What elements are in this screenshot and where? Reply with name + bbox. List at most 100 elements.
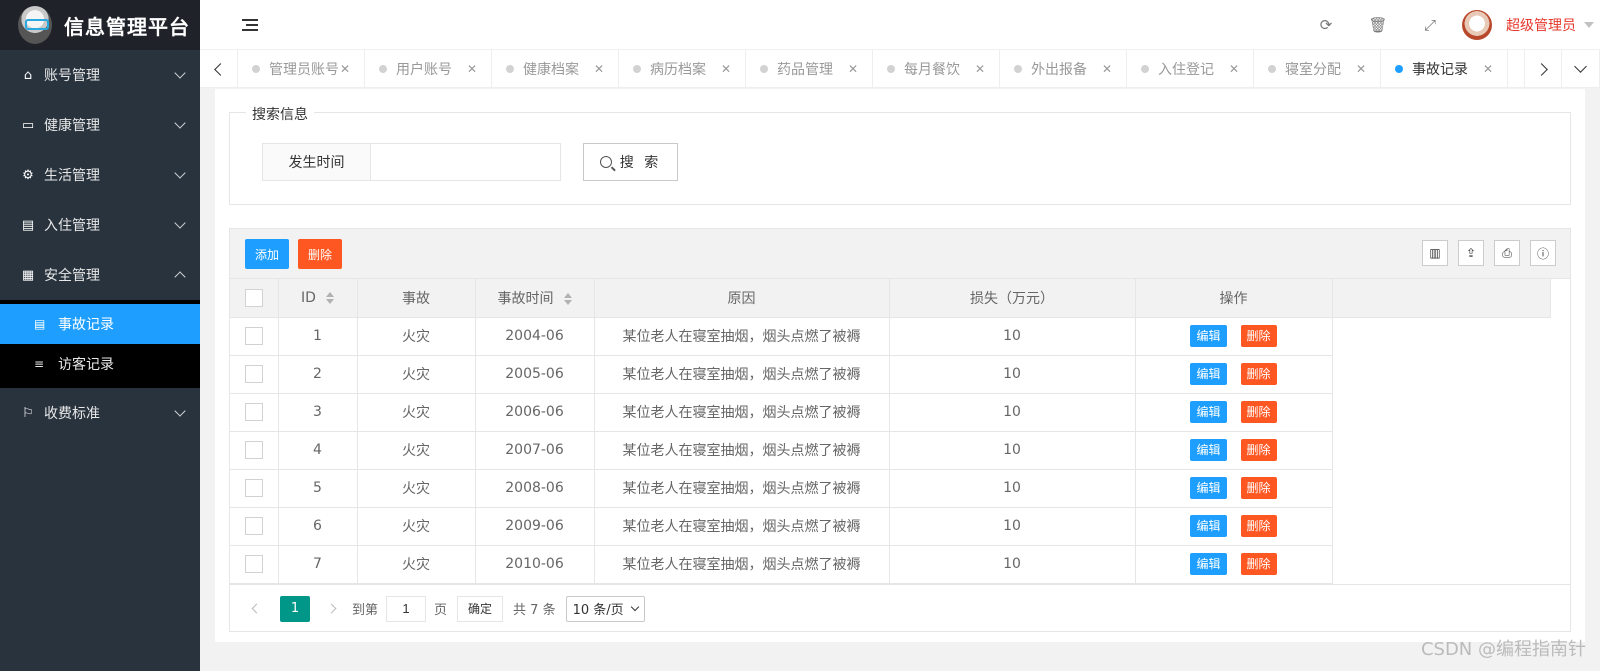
batch-delete-button[interactable]: 删除 [298, 239, 343, 269]
info-icon[interactable]: ⓘ [1530, 240, 1556, 266]
col-time[interactable]: 事故时间 [474, 279, 595, 318]
delete-button[interactable]: 删除 [1240, 553, 1277, 575]
tab-accident-records[interactable]: 事故记录 ✕ [1381, 50, 1508, 87]
pagination: 1 到第 页 确定 共 7 条 10 条/页 [230, 584, 1570, 632]
sidebar-item-accounts[interactable]: ⌂ 账号管理 [0, 50, 200, 100]
export-icon[interactable]: ⇪ [1458, 240, 1484, 266]
goto-confirm-button[interactable]: 确定 [457, 595, 504, 622]
cell-reason: 某位老人在寝室抽烟，烟头点燃了被褥 [593, 392, 890, 432]
chevron-left-icon [214, 62, 227, 76]
edit-button[interactable]: 编辑 [1190, 401, 1227, 423]
sort-icon[interactable] [563, 292, 572, 305]
row-checkbox[interactable] [244, 517, 263, 535]
tabs-scroll-right[interactable] [1524, 50, 1562, 88]
prev-page-button[interactable] [244, 598, 266, 620]
current-page[interactable]: 1 [280, 595, 310, 622]
edit-button[interactable]: 编辑 [1190, 477, 1227, 499]
edit-button[interactable]: 编辑 [1190, 553, 1227, 575]
goto-label: 到第 [352, 603, 379, 618]
table-row: 5 火灾 2008-06 某位老人在寝室抽烟，烟头点燃了被褥 10 编辑 删除 [230, 468, 1550, 508]
close-icon[interactable]: ✕ [1483, 62, 1493, 76]
table-tools: ▥ ⇪ ⎙ ⓘ [1412, 240, 1556, 266]
cell-loss: 10 [888, 430, 1136, 470]
data-table-box: 添加 删除 ▥ ⇪ ⎙ ⓘ ID 事故 事故时间 原因 损失（万元） 操作 1 … [229, 228, 1571, 632]
close-icon[interactable]: ✕ [848, 62, 858, 76]
close-icon[interactable]: ✕ [721, 62, 731, 76]
select-all-checkbox[interactable] [244, 288, 263, 307]
trash-icon[interactable]: 🗑︎ [1352, 16, 1404, 34]
col-actions: 操作 [1134, 279, 1333, 318]
delete-button[interactable]: 删除 [1240, 325, 1277, 347]
add-button[interactable]: 添加 [245, 239, 290, 269]
tab-health-records[interactable]: 健康档案 ✕ [492, 50, 619, 87]
tab-user-accounts[interactable]: 用户账号 ✕ [365, 50, 492, 87]
chevron-down-icon [174, 117, 186, 129]
delete-button[interactable]: 删除 [1240, 477, 1277, 499]
row-checkbox[interactable] [244, 479, 263, 497]
tab-medical-records[interactable]: 病历档案 ✕ [619, 50, 746, 87]
columns-filter-icon[interactable]: ▥ [1422, 240, 1448, 266]
cell-time: 2007-06 [474, 430, 595, 470]
sidebar-item-fees[interactable]: ⚐ 收费标准 [0, 388, 200, 438]
delete-button[interactable]: 删除 [1240, 515, 1277, 537]
col-id[interactable]: ID [277, 279, 358, 318]
tab-outing[interactable]: 外出报备 ✕ [1000, 50, 1127, 87]
occurrence-time-input[interactable] [371, 143, 561, 181]
sort-icon[interactable] [325, 291, 334, 304]
caret-down-icon[interactable] [1584, 22, 1594, 28]
row-checkbox[interactable] [244, 441, 263, 459]
row-checkbox[interactable] [244, 403, 263, 421]
goto-page-input[interactable] [386, 595, 427, 622]
edit-button[interactable]: 编辑 [1190, 363, 1227, 385]
edit-button[interactable]: 编辑 [1190, 515, 1227, 537]
page-size-select[interactable]: 10 条/页 [565, 595, 645, 622]
delete-button[interactable]: 删除 [1240, 401, 1277, 423]
close-icon[interactable]: ✕ [467, 62, 477, 76]
sidebar-item-visitor-records[interactable]: ≡ 访客记录 [0, 344, 200, 384]
cell-accident: 火灾 [356, 506, 476, 546]
close-icon[interactable]: ✕ [340, 62, 350, 76]
user-name[interactable]: 超级管理员 [1506, 15, 1576, 35]
sidebar-item-health[interactable]: ▭ 健康管理 [0, 100, 200, 150]
close-icon[interactable]: ✕ [1229, 62, 1239, 76]
row-checkbox[interactable] [244, 327, 263, 345]
cell-time: 2010-06 [474, 544, 595, 584]
delete-button[interactable]: 删除 [1240, 363, 1277, 385]
row-checkbox[interactable] [244, 555, 263, 573]
close-icon[interactable]: ✕ [1102, 62, 1112, 76]
sidebar-item-checkin[interactable]: ▤ 入住管理 [0, 200, 200, 250]
delete-button[interactable]: 删除 [1240, 439, 1277, 461]
edit-button[interactable]: 编辑 [1190, 325, 1227, 347]
tabs-menu[interactable] [1562, 50, 1600, 88]
tab-meals[interactable]: 每月餐饮 ✕ [873, 50, 1000, 87]
sidebar-item-life[interactable]: ⚙ 生活管理 [0, 150, 200, 200]
sidebar-item-security[interactable]: ▦ 安全管理 [0, 250, 200, 300]
tabs-scroll-left[interactable] [200, 50, 238, 88]
cell-accident: 火灾 [356, 468, 476, 508]
tab-dot [1395, 65, 1403, 73]
refresh-icon[interactable]: ⟳ [1300, 16, 1352, 34]
close-icon[interactable]: ✕ [975, 62, 985, 76]
close-icon[interactable]: ✕ [594, 62, 604, 76]
sidebar-item-accident-records[interactable]: ▤ 事故记录 [0, 304, 200, 344]
tab-dot [760, 65, 768, 73]
print-icon[interactable]: ⎙ [1494, 240, 1520, 266]
logo[interactable]: 信息管理平台 [0, 0, 200, 50]
tab-admin-accounts[interactable]: 管理员账号 ✕ [238, 50, 365, 87]
fullscreen-icon[interactable]: ⤢ [1404, 16, 1456, 34]
tab-checkin[interactable]: 入住登记 ✕ [1127, 50, 1254, 87]
tab-dot [1268, 65, 1276, 73]
tab-dorm[interactable]: 寝室分配 ✕ [1254, 50, 1381, 87]
sidebar: 信息管理平台 ⌂ 账号管理 ▭ 健康管理 ⚙ 生活管理 ▤ 入住管理 ▦ 安全管… [0, 0, 200, 671]
search-button[interactable]: 搜 索 [583, 143, 678, 181]
avatar[interactable] [1462, 10, 1492, 40]
close-icon[interactable]: ✕ [1356, 62, 1366, 76]
cell-time: 2006-06 [474, 392, 595, 432]
tab-medicine[interactable]: 药品管理 ✕ [746, 50, 873, 87]
search-icon [599, 156, 612, 168]
row-checkbox[interactable] [244, 365, 263, 383]
edit-button[interactable]: 编辑 [1190, 439, 1227, 461]
menu-toggle-icon[interactable] [242, 18, 258, 31]
sidebar-item-label: 访客记录 [58, 357, 114, 373]
next-page-button[interactable] [322, 598, 344, 620]
